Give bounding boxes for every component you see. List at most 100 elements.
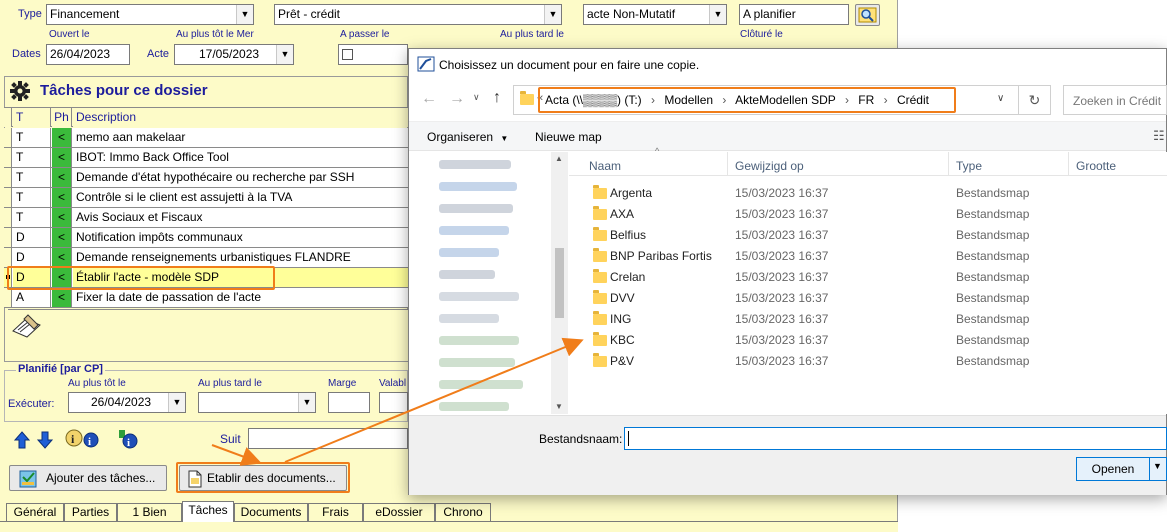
nav-item[interactable] bbox=[439, 160, 511, 169]
col-divider[interactable] bbox=[727, 152, 728, 176]
col-header-description[interactable]: Description bbox=[73, 108, 408, 127]
row-selector[interactable] bbox=[4, 248, 12, 267]
chevron-down-icon[interactable]: ▼ bbox=[276, 45, 293, 64]
chevron-down-icon[interactable]: ▼ bbox=[168, 393, 185, 412]
ouvert-le-field[interactable]: 26/04/2023 bbox=[46, 44, 130, 65]
nav-item[interactable] bbox=[439, 358, 515, 367]
move-down-button[interactable] bbox=[36, 430, 54, 450]
nav-item[interactable] bbox=[439, 336, 519, 345]
list-item[interactable]: P&V 15/03/2023 16:37 Bestandsmap bbox=[593, 352, 1157, 372]
back-arrow-icon[interactable]: ← bbox=[421, 90, 437, 108]
table-row[interactable]: D < Demande renseignements urbanistiques… bbox=[4, 248, 408, 268]
table-row[interactable]: T < Contrôle si le client est assujetti … bbox=[4, 188, 408, 208]
chevron-down-icon[interactable]: ▼ bbox=[709, 5, 726, 24]
list-item[interactable]: AXA 15/03/2023 16:37 Bestandsmap bbox=[593, 205, 1157, 225]
nav-item[interactable] bbox=[439, 248, 499, 257]
col-divider[interactable] bbox=[948, 152, 949, 176]
list-item[interactable]: Argenta 15/03/2023 16:37 Bestandsmap bbox=[593, 184, 1157, 204]
col-header-t[interactable]: T bbox=[13, 108, 51, 127]
tab-taches[interactable]: Tâches bbox=[182, 501, 234, 522]
tab-frais[interactable]: Frais bbox=[308, 503, 363, 521]
a-passer-checkbox[interactable] bbox=[342, 49, 353, 60]
table-row[interactable]: T < Demande d'état hypothécaire ou reche… bbox=[4, 168, 408, 188]
table-row[interactable]: A < Fixer la date de passation de l'acte bbox=[4, 288, 408, 308]
nav-item[interactable] bbox=[439, 182, 517, 191]
tab-bien[interactable]: 1 Bien bbox=[117, 503, 182, 521]
tab-edossier[interactable]: eDossier bbox=[363, 503, 435, 521]
chevron-down-icon[interactable]: ▼ bbox=[298, 393, 315, 412]
status-field[interactable]: A planifier bbox=[739, 4, 849, 25]
row-selector[interactable] bbox=[4, 148, 12, 167]
list-item[interactable]: KBC 15/03/2023 16:37 Bestandsmap bbox=[593, 331, 1157, 351]
acte-date-select[interactable]: 17/05/2023 ▼ bbox=[174, 44, 294, 65]
row-selector[interactable] bbox=[4, 228, 12, 247]
new-folder-button[interactable]: Nieuwe map bbox=[535, 130, 602, 144]
table-row[interactable]: D < Notification impôts communaux bbox=[4, 228, 408, 248]
nav-item[interactable] bbox=[439, 270, 495, 279]
nav-item[interactable] bbox=[439, 204, 513, 213]
scroll-up-icon[interactable]: ▲ bbox=[555, 154, 563, 163]
executer-date-select[interactable]: 26/04/2023 ▼ bbox=[68, 392, 186, 413]
subtype-select[interactable]: Prêt - crédit ▼ bbox=[274, 4, 562, 25]
valable-field[interactable] bbox=[379, 392, 408, 413]
forward-arrow-icon[interactable]: → bbox=[449, 90, 465, 108]
row-selector[interactable] bbox=[4, 188, 12, 207]
table-row[interactable]: T < IBOT: Immo Back Office Tool bbox=[4, 148, 408, 168]
suit-field[interactable] bbox=[248, 428, 408, 449]
task-details-button[interactable]: i bbox=[116, 428, 142, 450]
task-memo-area[interactable] bbox=[8, 309, 408, 361]
nav-item[interactable] bbox=[439, 292, 519, 301]
table-row[interactable]: T < memo aan makelaar bbox=[4, 128, 408, 148]
col-header-modified[interactable]: Gewijzigd op bbox=[735, 159, 804, 173]
type-select[interactable]: Financement ▼ bbox=[46, 4, 254, 25]
open-options-dropdown-icon[interactable]: ▼ bbox=[1153, 461, 1162, 471]
nav-item[interactable] bbox=[439, 380, 523, 389]
gear-icon[interactable] bbox=[9, 80, 31, 105]
acte-kind-select[interactable]: acte Non-Mutatif ▼ bbox=[583, 4, 727, 25]
list-item[interactable]: Crelan 15/03/2023 16:37 Bestandsmap bbox=[593, 268, 1157, 288]
col-header-ph[interactable]: Ph bbox=[52, 108, 72, 127]
nav-item[interactable] bbox=[439, 314, 499, 323]
row-selector[interactable] bbox=[4, 208, 12, 227]
filename-input[interactable] bbox=[624, 427, 1167, 450]
search-input[interactable]: Zoeken in Crédit bbox=[1063, 85, 1167, 115]
memo-edit-icon[interactable] bbox=[10, 313, 44, 342]
table-row[interactable]: T < Avis Sociaux et Fiscaux bbox=[4, 208, 408, 228]
marge-field[interactable] bbox=[328, 392, 370, 413]
a-passer-field[interactable] bbox=[338, 44, 408, 65]
col-header-name[interactable]: Naam bbox=[589, 159, 621, 173]
list-item[interactable]: ING 15/03/2023 16:37 Bestandsmap bbox=[593, 310, 1157, 330]
nav-item[interactable] bbox=[439, 226, 509, 235]
list-item[interactable]: DVV 15/03/2023 16:37 Bestandsmap bbox=[593, 289, 1157, 309]
nav-scrollbar[interactable]: ▲ ▼ bbox=[551, 152, 568, 414]
chevron-down-icon[interactable]: ▼ bbox=[544, 5, 561, 24]
chevron-down-icon[interactable]: ▼ bbox=[236, 5, 253, 24]
address-dropdown-icon[interactable]: ∨ bbox=[997, 93, 1004, 104]
row-selector[interactable] bbox=[4, 168, 12, 187]
tab-documents[interactable]: Documents bbox=[234, 503, 308, 521]
nav-scrollbar-thumb[interactable] bbox=[555, 248, 564, 318]
col-header-size[interactable]: Grootte bbox=[1076, 159, 1116, 173]
refresh-icon[interactable]: ↻ bbox=[1019, 85, 1051, 115]
tab-chrono[interactable]: Chrono bbox=[435, 503, 491, 521]
move-up-button[interactable] bbox=[13, 430, 31, 450]
col-divider[interactable] bbox=[1068, 152, 1069, 176]
chevron-down-icon[interactable]: ∨ bbox=[473, 92, 480, 103]
up-arrow-icon[interactable]: ↑ bbox=[493, 89, 501, 107]
list-item[interactable]: Belfius 15/03/2023 16:37 Bestandsmap bbox=[593, 226, 1157, 246]
tab-parties[interactable]: Parties bbox=[64, 503, 117, 521]
task-info-button[interactable]: i i bbox=[64, 428, 112, 450]
open-button[interactable]: Openen bbox=[1077, 458, 1149, 480]
row-selector[interactable] bbox=[4, 128, 12, 147]
nav-item[interactable] bbox=[439, 402, 509, 411]
view-options-icon[interactable]: ☷ bbox=[1153, 128, 1165, 144]
add-tasks-button[interactable]: Ajouter des tâches... bbox=[9, 465, 167, 491]
list-item[interactable]: BNP Paribas Fortis 15/03/2023 16:37 Best… bbox=[593, 247, 1157, 267]
plan-au-plus-tard-select[interactable]: ▼ bbox=[198, 392, 316, 413]
search-dossier-button[interactable] bbox=[855, 4, 880, 26]
row-selector[interactable] bbox=[4, 288, 12, 307]
scroll-down-icon[interactable]: ▼ bbox=[555, 402, 563, 411]
tab-general[interactable]: Général bbox=[6, 503, 64, 521]
organize-button[interactable]: Organiseren ▼ bbox=[427, 130, 508, 144]
col-header-type[interactable]: Type bbox=[956, 159, 982, 173]
